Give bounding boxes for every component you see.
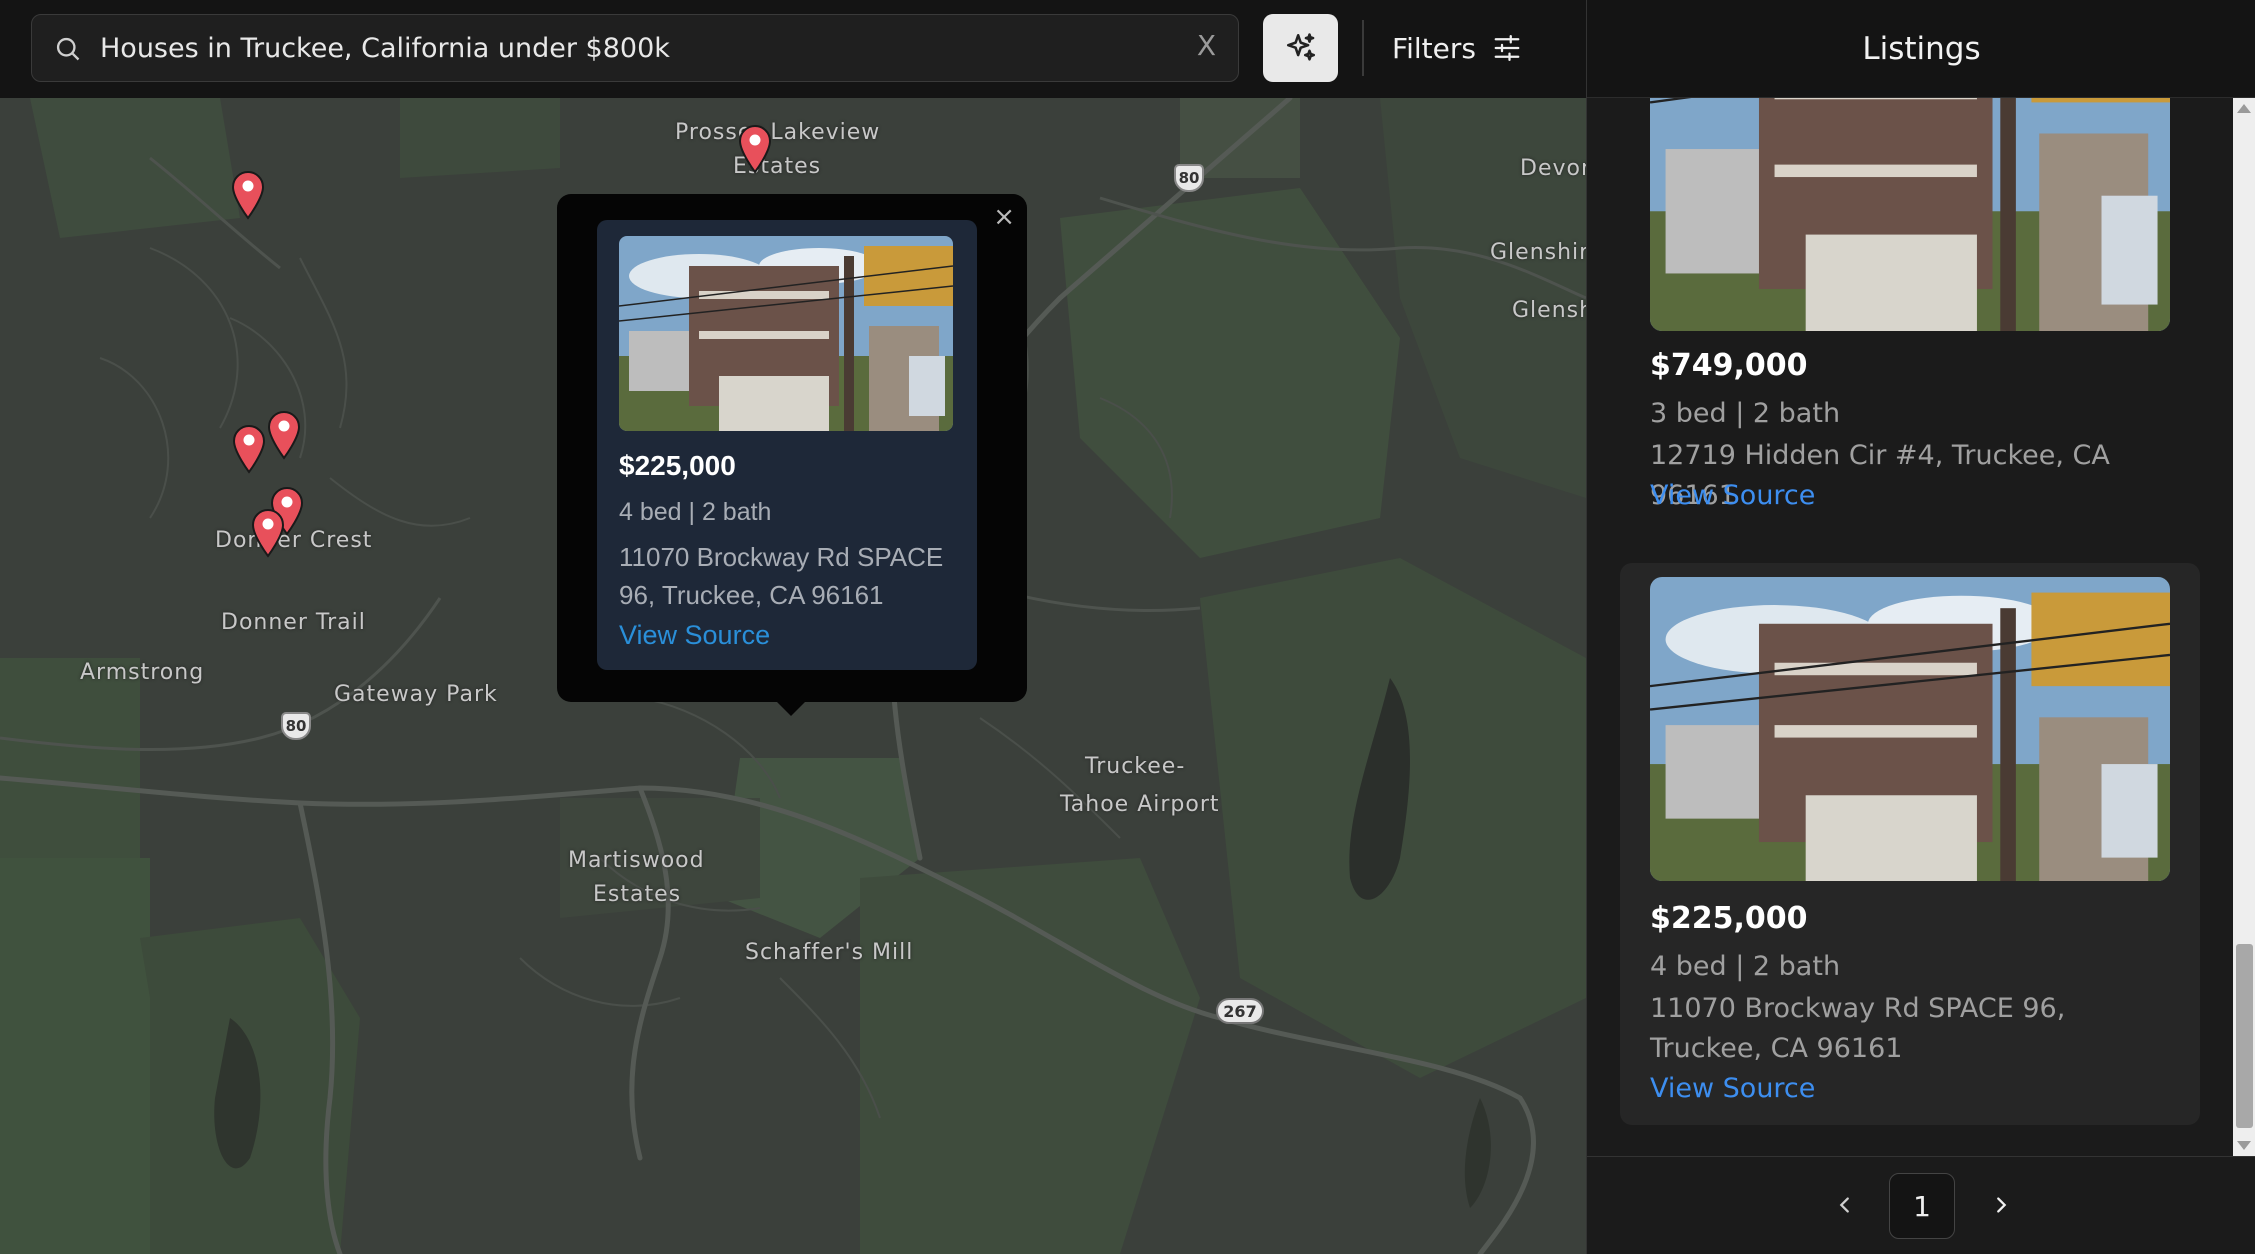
chevron-left-icon [1839,1197,1849,1213]
map-pin-icon[interactable] [250,508,286,558]
listing-price: $749,000 [1650,348,1808,383]
clear-search-button[interactable]: X [1197,29,1216,62]
scrollbar-thumb[interactable] [2236,944,2253,1128]
map-label: Schaffer's Mill [745,940,914,965]
sparkle-icon [1286,33,1315,61]
map-pin-icon[interactable] [737,124,773,174]
filters-label: Filters [1392,31,1476,65]
listing-view-source-link[interactable]: View Source [1650,480,1815,511]
listing-popup: × $225,000 4 bed | 2 bath 11070 Brockway… [557,194,1027,716]
map-label: Prosser Lakeview [675,120,881,145]
map-pin-icon[interactable] [230,170,266,220]
map-label: Armstrong [80,660,205,685]
popup-address: 11070 Brockway Rd SPACE 96, Truckee, CA … [619,542,944,610]
map-label: Donner Trail [221,610,366,635]
map-label: Estates [593,882,682,907]
page-number-button[interactable]: 1 [1889,1173,1955,1239]
listings-list[interactable]: $749,000 3 bed | 2 bath 12719 Hidden Cir… [1587,98,2233,1156]
map-label: Devon [1520,156,1586,181]
listing-price: $225,000 [1650,901,1808,936]
popup-view-source-link[interactable]: View Source [619,620,770,651]
map-label: Gateway Park [334,682,498,707]
map-pin-icon[interactable] [266,410,302,460]
listing-card-active[interactable]: $225,000 4 bed | 2 bath 11070 Brockway R… [1620,563,2200,1125]
filters-button[interactable]: Filters [1392,20,1522,76]
listing-view-source-link[interactable]: View Source [1650,1073,1815,1104]
search-icon [56,37,80,61]
sidebar-title: Listings [1587,0,2255,98]
listing-beds-baths: 4 bed | 2 bath [1650,951,1841,982]
map-label: Martiswood [568,848,705,873]
scroll-down-icon[interactable] [2237,1141,2251,1150]
listing-address: 11070 Brockway Rd SPACE 96, Truckee, CA … [1650,993,2066,1064]
top-bar: X Filters [0,0,1586,98]
listing-card[interactable]: $749,000 3 bed | 2 bath 12719 Hidden Cir… [1620,98,2200,511]
chevron-right-icon [1997,1197,2007,1213]
listing-photo [1650,577,2170,881]
listing-photo [1650,98,2170,331]
map-label: Truckee- [1085,754,1186,779]
map-label: Tahoe Airport [1060,792,1220,817]
scroll-up-icon[interactable] [2237,104,2251,113]
popup-price: $225,000 [619,450,736,481]
ai-search-button[interactable] [1263,14,1338,82]
close-popup-button[interactable]: × [993,202,1015,232]
map-label: Glensh [1512,298,1586,323]
sliders-icon [1494,35,1520,61]
listings-scrollbar[interactable] [2233,98,2255,1156]
listing-beds-baths: 3 bed | 2 bath [1650,398,1841,429]
app-root: X Filters [0,0,2255,1254]
map-label: Glenshire [1490,240,1586,265]
popup-beds-baths: 4 bed | 2 bath [619,498,772,526]
popup-listing-card[interactable]: $225,000 4 bed | 2 bath 11070 Brockway R… [597,220,977,670]
pagination: 1 [1587,1156,2255,1254]
toolbar-divider [1362,20,1364,76]
highway-shield: 267 [1216,998,1264,1024]
highway-shield: 80 [281,712,311,740]
listings-sidebar: Listings $749,000 3 bed | 2 bath 12719 H… [1586,0,2255,1254]
popup-pointer [775,700,807,716]
map-pin-icon[interactable] [231,424,267,474]
search-bar[interactable]: X [31,14,1239,82]
highway-shield: 80 [1174,164,1204,192]
previous-page-button[interactable] [1827,1187,1863,1223]
search-input[interactable] [100,25,1160,71]
listing-photo [619,236,953,431]
next-page-button[interactable] [1983,1187,2019,1223]
